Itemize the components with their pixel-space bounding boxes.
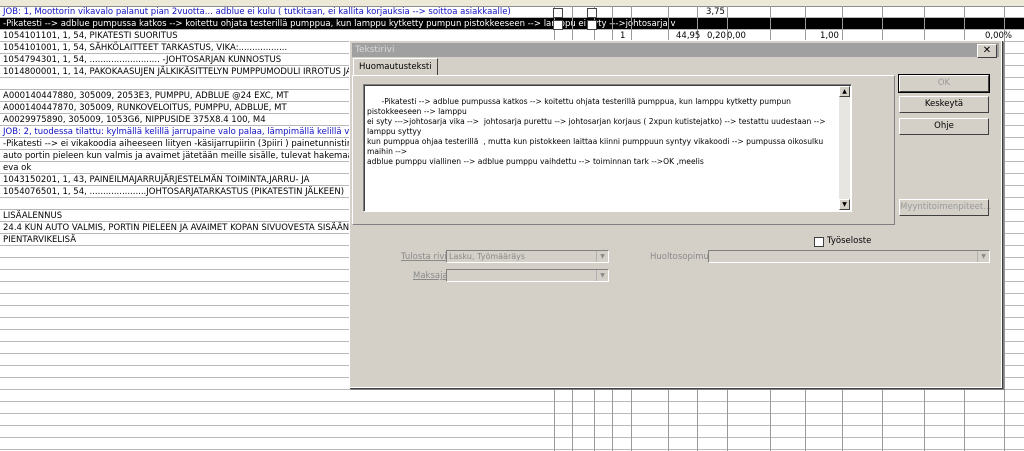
- work-report-label: Työseloste: [827, 236, 872, 246]
- memo-scrollbar[interactable]: ▲ ▼: [839, 86, 850, 210]
- cancel-button[interactable]: Keskeytä: [899, 96, 989, 113]
- service-contract-select[interactable]: ▼: [708, 250, 990, 263]
- dialog-titlebar[interactable]: Tekstirivi ✕: [352, 43, 999, 58]
- row-text: JOB: 1, Moottorin vikavalo palanut pian …: [3, 7, 511, 17]
- scroll-up-icon[interactable]: ▲: [839, 86, 850, 97]
- work-report-checkbox[interactable]: [814, 237, 824, 247]
- payer-label: Maksaja: [413, 271, 448, 281]
- row-text: 1054101101, 1, 54, PIKATESTI SUORITUS: [3, 31, 178, 41]
- row-text: 1014800001, 1, 14, PAKOKAASUJEN JÄLKIKÄS…: [3, 67, 366, 77]
- table-row[interactable]: -Pikatesti --> adblue pumpussa katkos --…: [0, 18, 1024, 30]
- row-text: 1054101001, 1, 54, SÄHKÖLAITTEET TARKAST…: [3, 43, 288, 53]
- row-checkbox[interactable]: [587, 8, 597, 18]
- row-text: JOB: 2, tuodessa tilattu: kylmällä kelil…: [3, 127, 394, 137]
- row-checkbox[interactable]: [587, 20, 597, 30]
- print-row-select[interactable]: Lasku, Työmääräys ▼: [446, 250, 609, 263]
- row-text: A000140447870, 305009, RUNKOVELOITUS, PU…: [3, 103, 287, 113]
- chevron-down-icon[interactable]: ▼: [977, 251, 989, 262]
- row-text: A000140447880, 305009, 2053E3, PUMPPU, A…: [3, 91, 289, 101]
- text-row-dialog: Tekstirivi ✕ Huomautusteksti -Pikatesti …: [349, 40, 1002, 388]
- close-button[interactable]: ✕: [977, 44, 997, 58]
- remark-textarea[interactable]: -Pikatesti --> adblue pumpussa katkos --…: [363, 84, 852, 212]
- row-value: 3,75: [706, 7, 725, 17]
- chevron-down-icon[interactable]: ▼: [596, 270, 608, 281]
- service-contract-label: Huoltosopimus: [650, 252, 714, 262]
- row-text: LISÄALENNUS: [3, 211, 63, 221]
- row-text: 1043150201, 1, 43, PAINEILMAJARRUJÄRJEST…: [3, 175, 310, 185]
- row-checkbox[interactable]: [553, 20, 563, 30]
- grid-column-line: [1004, 6, 1005, 451]
- row-text: 24.4 KUN AUTO VALMIS, PORTIN PIELEEN JA …: [3, 223, 350, 233]
- table-row[interactable]: [0, 426, 1024, 438]
- chevron-down-icon[interactable]: ▼: [596, 251, 608, 262]
- tab-remark-text[interactable]: Huomautusteksti: [353, 58, 438, 76]
- row-text: eva ok: [3, 163, 32, 173]
- scroll-down-icon[interactable]: ▼: [839, 199, 850, 210]
- print-row-label: Tulosta rivi: [401, 252, 447, 262]
- row-text: 1054076501, 1, 54, .....................…: [3, 187, 345, 197]
- sales-actions-button[interactable]: Myyntitoimenpiteet...: [899, 199, 991, 216]
- ok-button[interactable]: OK: [898, 74, 990, 93]
- print-row-value: Lasku, Työmääräys: [449, 252, 526, 261]
- table-row[interactable]: [0, 414, 1024, 426]
- row-text: A0029975890, 305009, 1053G6, NIPPUSIDE 3…: [3, 115, 266, 125]
- table-row[interactable]: [0, 390, 1024, 402]
- table-row[interactable]: [0, 402, 1024, 414]
- row-text: -Pikatesti --> adblue pumpussa katkos --…: [3, 19, 676, 29]
- dialog-title: Tekstirivi: [355, 45, 395, 55]
- remark-tab-panel: -Pikatesti --> adblue pumpussa katkos --…: [352, 75, 895, 225]
- row-text: 1054794301, 1, 54, .....................…: [3, 55, 282, 65]
- remark-text: -Pikatesti --> adblue pumpussa katkos --…: [367, 97, 826, 166]
- help-button[interactable]: Ohje: [899, 118, 989, 135]
- close-icon: ✕: [982, 45, 992, 56]
- table-row[interactable]: [0, 438, 1024, 450]
- row-text: PIENTARVIKELISÄ: [3, 235, 77, 245]
- payer-select[interactable]: ▼: [446, 269, 609, 282]
- table-row[interactable]: JOB: 1, Moottorin vikavalo palanut pian …: [0, 6, 1024, 18]
- row-checkbox[interactable]: [553, 8, 563, 18]
